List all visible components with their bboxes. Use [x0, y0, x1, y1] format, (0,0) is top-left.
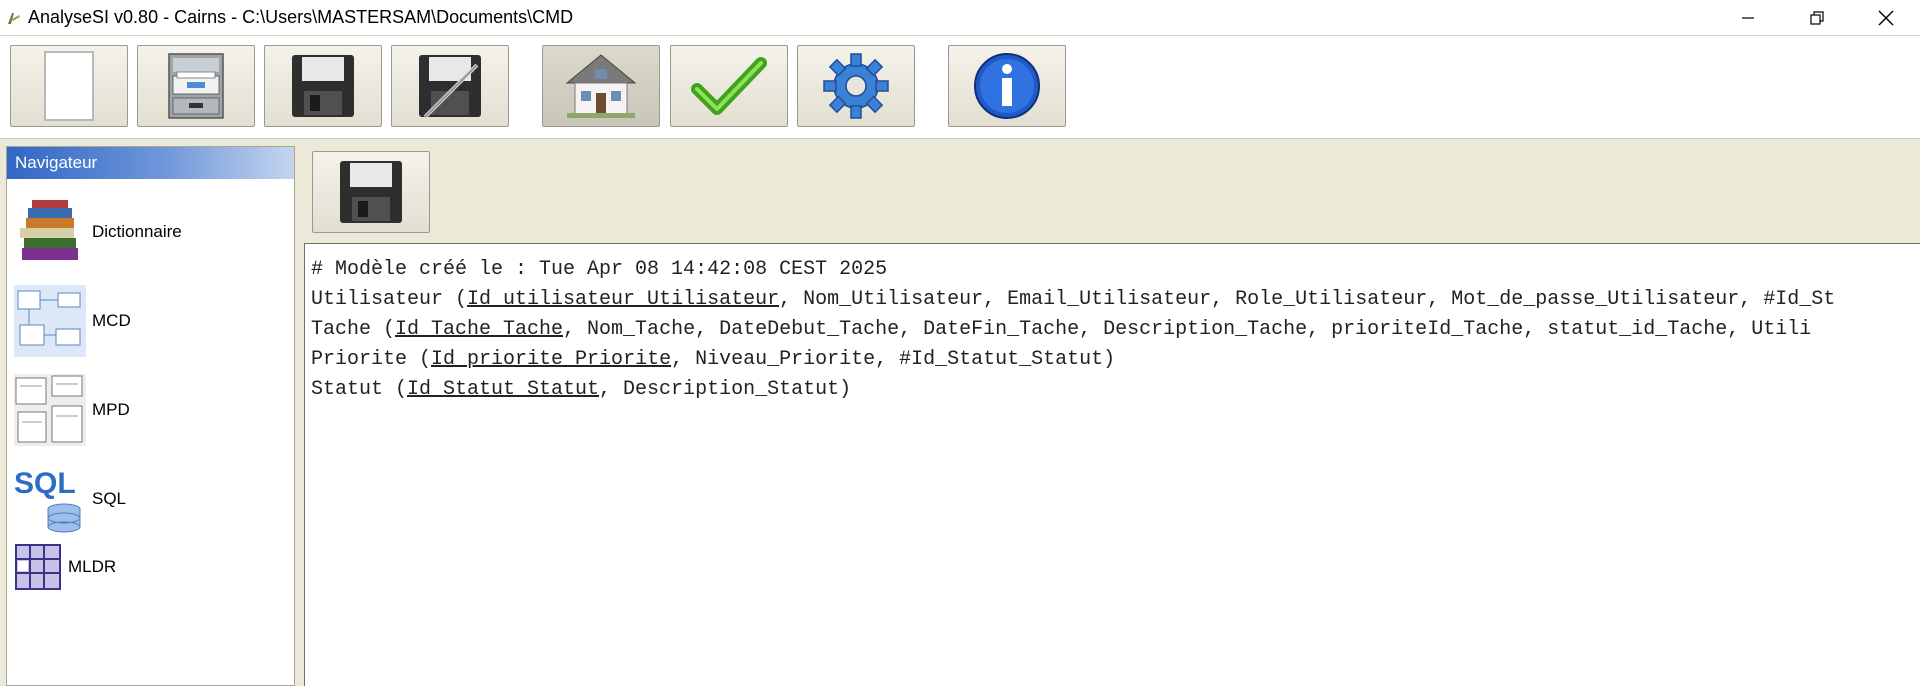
home-button[interactable] [542, 45, 660, 127]
nav-item-label: SQL [92, 489, 127, 508]
nav-item-sql[interactable]: SQL SQL [14, 463, 126, 535]
nav-item-label: MCD [92, 311, 131, 330]
app-logo-icon [8, 12, 20, 24]
floppy-pen-icon [419, 55, 481, 119]
save-as-button[interactable] [391, 45, 509, 127]
relation-line-tache: Tache (Id_Tache_Tache, Nom_Tache, DateDe… [311, 318, 1811, 341]
nav-item-mldr[interactable]: MLDR [14, 543, 116, 591]
close-button[interactable] [1851, 0, 1920, 35]
relation-prefix: Utilisateur ( [311, 288, 468, 311]
mldr-text-editor[interactable]: # Modèle créé le : Tue Apr 08 14:42:08 C… [304, 243, 1920, 686]
relation-prefix: Tache ( [311, 318, 396, 341]
info-icon [974, 53, 1040, 119]
close-icon [1878, 10, 1893, 25]
navigator-panel: Navigateur Dictionnaire MCD MPD SQL SQL … [6, 146, 295, 686]
relation-prefix: Priorite ( [311, 348, 432, 371]
model-header-line: # Modèle créé le : Tue Apr 08 14:42:08 C… [311, 258, 888, 281]
relation-line-priorite: Priorite (Id_priorite_Priorite, Niveau_P… [311, 348, 1115, 371]
save-mldr-button[interactable] [312, 151, 430, 233]
mpd-diagram-icon [14, 374, 86, 446]
main-toolbar [0, 35, 1920, 139]
primary-key: Id_Statut_Statut [407, 378, 600, 401]
file-cabinet-icon [168, 53, 224, 119]
new-document-icon [44, 51, 94, 121]
checkmark-icon [691, 57, 767, 115]
restore-icon [1809, 10, 1824, 25]
nav-item-label: MLDR [68, 557, 117, 576]
relation-attributes: , Niveau_Priorite, #Id_Statut_Statut) [671, 348, 1116, 371]
primary-key: Id_utilisateur_Utilisateur [467, 288, 780, 311]
open-button[interactable] [137, 45, 255, 127]
mldr-table-icon [15, 544, 61, 590]
title-bar: AnalyseSI v0.80 - Cairns - C:\Users\MAST… [0, 0, 1920, 35]
save-button[interactable] [264, 45, 382, 127]
floppy-disk-icon [340, 161, 402, 223]
gear-icon [823, 53, 889, 119]
primary-key: Id_priorite_Priorite [431, 348, 672, 371]
nav-item-dictionnaire[interactable]: Dictionnaire [14, 196, 182, 268]
nav-item-mcd[interactable]: MCD [14, 285, 131, 357]
relation-attributes: , Nom_Utilisateur, Email_Utilisateur, Ro… [779, 288, 1836, 311]
relation-prefix: Statut ( [311, 378, 408, 401]
nav-item-label: Dictionnaire [92, 222, 182, 241]
books-icon [20, 200, 78, 260]
nav-item-label: MPD [92, 400, 130, 419]
restore-button[interactable] [1782, 0, 1851, 35]
minimize-icon [1741, 16, 1754, 19]
relation-line-statut: Statut (Id_Statut_Statut, Description_St… [311, 378, 851, 401]
svg-text:SQL: SQL [14, 467, 76, 500]
relation-attributes: , Nom_Tache, DateDebut_Tache, DateFin_Ta… [563, 318, 1812, 341]
settings-button[interactable] [797, 45, 915, 127]
mcd-diagram-icon [14, 285, 86, 357]
house-icon [565, 54, 637, 118]
relation-line-utilisateur: Utilisateur (Id_utilisateur_Utilisateur,… [311, 288, 1835, 311]
nav-item-mpd[interactable]: MPD [14, 374, 130, 446]
new-button[interactable] [10, 45, 128, 127]
relation-attributes: , Description_Statut) [599, 378, 852, 401]
minimize-button[interactable] [1713, 0, 1782, 35]
about-button[interactable] [948, 45, 1066, 127]
floppy-disk-icon [292, 55, 354, 117]
primary-key: Id_Tache_Tache [395, 318, 564, 341]
window-title: AnalyseSI v0.80 - Cairns - C:\Users\MAST… [28, 7, 574, 27]
sql-database-icon: SQL [14, 467, 81, 533]
navigator-title: Navigateur [7, 147, 294, 179]
validate-button[interactable] [670, 45, 788, 127]
